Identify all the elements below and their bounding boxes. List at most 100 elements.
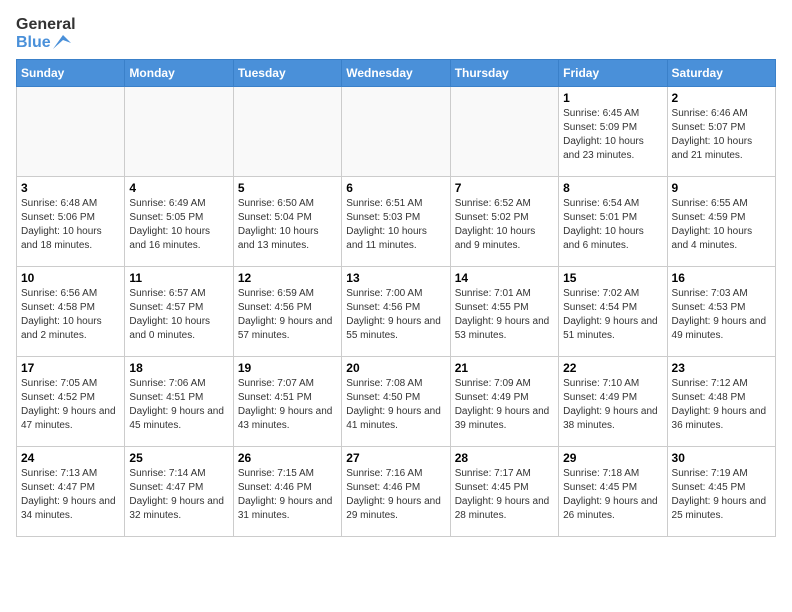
day-info: Sunrise: 6:59 AM Sunset: 4:56 PM Dayligh… <box>238 287 337 343</box>
calendar-cell: 20 Sunrise: 7:08 AM Sunset: 4:50 PM Dayli… <box>342 357 450 447</box>
day-number: 14 <box>455 271 554 285</box>
day-number: 30 <box>672 451 771 465</box>
calendar-cell: 11 Sunrise: 6:57 AM Sunset: 4:57 PM Dayli… <box>125 267 233 357</box>
calendar-cell: 6Sunrise: 6:51 AM Sunset: 5:03 PM Daylig… <box>342 177 450 267</box>
day-info: Sunrise: 7:12 AM Sunset: 4:48 PM Dayligh… <box>672 377 771 433</box>
day-info: Sunrise: 6:55 AM Sunset: 4:59 PM Dayligh… <box>672 197 771 253</box>
calendar-cell: 9 Sunrise: 6:55 AM Sunset: 4:59 PM Daylig… <box>667 177 775 267</box>
day-info: Sunrise: 7:08 AM Sunset: 4:50 PM Dayligh… <box>346 377 445 433</box>
weekday-header: Friday <box>559 60 667 87</box>
logo-text-general: General <box>16 16 76 34</box>
day-number: 13 <box>346 271 445 285</box>
day-info: Sunrise: 6:50 AM Sunset: 5:04 PM Dayligh… <box>238 197 337 253</box>
day-info: Sunrise: 7:07 AM Sunset: 4:51 PM Dayligh… <box>238 377 337 433</box>
logo: General Blue <box>16 16 76 51</box>
calendar-cell: 4 Sunrise: 6:49 AM Sunset: 5:05 PM Daylig… <box>125 177 233 267</box>
day-number: 20 <box>346 361 445 375</box>
calendar-cell: 13 Sunrise: 7:00 AM Sunset: 4:56 PM Dayli… <box>342 267 450 357</box>
day-number: 10 <box>21 271 120 285</box>
calendar-cell: 17Sunrise: 7:05 AM Sunset: 4:52 PM Dayli… <box>17 357 125 447</box>
week-row: 10 Sunrise: 6:56 AM Sunset: 4:58 PM Dayli… <box>17 267 776 357</box>
day-number: 12 <box>238 271 337 285</box>
day-info: Sunrise: 7:00 AM Sunset: 4:56 PM Dayligh… <box>346 287 445 343</box>
calendar-table: SundayMondayTuesdayWednesdayThursdayFrid… <box>16 59 776 537</box>
page-header: General Blue <box>16 16 776 51</box>
day-number: 16 <box>672 271 771 285</box>
calendar-cell: 23 Sunrise: 7:12 AM Sunset: 4:48 PM Dayli… <box>667 357 775 447</box>
day-number: 1 <box>563 91 662 105</box>
day-info: Sunrise: 7:19 AM Sunset: 4:45 PM Dayligh… <box>672 467 771 523</box>
day-info: Sunrise: 7:06 AM Sunset: 4:51 PM Dayligh… <box>129 377 228 433</box>
calendar-cell: 24 Sunrise: 7:13 AM Sunset: 4:47 PM Dayli… <box>17 447 125 537</box>
day-number: 4 <box>129 181 228 195</box>
day-info: Sunrise: 7:16 AM Sunset: 4:46 PM Dayligh… <box>346 467 445 523</box>
day-number: 21 <box>455 361 554 375</box>
day-number: 25 <box>129 451 228 465</box>
calendar-cell: 7 Sunrise: 6:52 AM Sunset: 5:02 PM Daylig… <box>450 177 558 267</box>
day-info: Sunrise: 7:03 AM Sunset: 4:53 PM Dayligh… <box>672 287 771 343</box>
day-info: Sunrise: 7:18 AM Sunset: 4:45 PM Dayligh… <box>563 467 662 523</box>
calendar-cell <box>233 87 341 177</box>
day-number: 24 <box>21 451 120 465</box>
calendar-cell: 10 Sunrise: 6:56 AM Sunset: 4:58 PM Dayli… <box>17 267 125 357</box>
day-info: Sunrise: 6:57 AM Sunset: 4:57 PM Dayligh… <box>129 287 228 343</box>
day-info: Sunrise: 7:02 AM Sunset: 4:54 PM Dayligh… <box>563 287 662 343</box>
weekday-header: Wednesday <box>342 60 450 87</box>
weekday-header: Sunday <box>17 60 125 87</box>
calendar-cell: 18 Sunrise: 7:06 AM Sunset: 4:51 PM Dayli… <box>125 357 233 447</box>
day-number: 23 <box>672 361 771 375</box>
day-number: 22 <box>563 361 662 375</box>
day-info: Sunrise: 7:14 AM Sunset: 4:47 PM Dayligh… <box>129 467 228 523</box>
day-number: 26 <box>238 451 337 465</box>
day-info: Sunrise: 6:52 AM Sunset: 5:02 PM Dayligh… <box>455 197 554 253</box>
calendar-cell: 19 Sunrise: 7:07 AM Sunset: 4:51 PM Dayli… <box>233 357 341 447</box>
calendar-cell: 25 Sunrise: 7:14 AM Sunset: 4:47 PM Dayli… <box>125 447 233 537</box>
day-info: Sunrise: 7:10 AM Sunset: 4:49 PM Dayligh… <box>563 377 662 433</box>
calendar-cell: 22 Sunrise: 7:10 AM Sunset: 4:49 PM Dayli… <box>559 357 667 447</box>
day-info: Sunrise: 6:48 AM Sunset: 5:06 PM Dayligh… <box>21 197 120 253</box>
day-number: 17 <box>21 361 120 375</box>
day-info: Sunrise: 7:13 AM Sunset: 4:47 PM Dayligh… <box>21 467 120 523</box>
day-number: 15 <box>563 271 662 285</box>
week-row: 1 Sunrise: 6:45 AM Sunset: 5:09 PM Daylig… <box>17 87 776 177</box>
day-number: 8 <box>563 181 662 195</box>
weekday-header: Saturday <box>667 60 775 87</box>
day-info: Sunrise: 6:49 AM Sunset: 5:05 PM Dayligh… <box>129 197 228 253</box>
day-info: Sunrise: 7:17 AM Sunset: 4:45 PM Dayligh… <box>455 467 554 523</box>
day-info: Sunrise: 6:54 AM Sunset: 5:01 PM Dayligh… <box>563 197 662 253</box>
day-info: Sunrise: 6:45 AM Sunset: 5:09 PM Dayligh… <box>563 107 662 163</box>
day-number: 29 <box>563 451 662 465</box>
calendar-cell: 5 Sunrise: 6:50 AM Sunset: 5:04 PM Daylig… <box>233 177 341 267</box>
calendar-cell: 21 Sunrise: 7:09 AM Sunset: 4:49 PM Dayli… <box>450 357 558 447</box>
day-info: Sunrise: 6:46 AM Sunset: 5:07 PM Dayligh… <box>672 107 771 163</box>
calendar-cell: 3 Sunrise: 6:48 AM Sunset: 5:06 PM Daylig… <box>17 177 125 267</box>
day-info: Sunrise: 6:56 AM Sunset: 4:58 PM Dayligh… <box>21 287 120 343</box>
calendar-cell: 30 Sunrise: 7:19 AM Sunset: 4:45 PM Dayli… <box>667 447 775 537</box>
weekday-header-row: SundayMondayTuesdayWednesdayThursdayFrid… <box>17 60 776 87</box>
calendar-cell: 15 Sunrise: 7:02 AM Sunset: 4:54 PM Dayli… <box>559 267 667 357</box>
calendar-cell <box>125 87 233 177</box>
logo-text-blue: Blue <box>16 34 76 52</box>
day-number: 5 <box>238 181 337 195</box>
calendar-cell: 28Sunrise: 7:17 AM Sunset: 4:45 PM Dayli… <box>450 447 558 537</box>
day-number: 18 <box>129 361 228 375</box>
calendar-cell: 14 Sunrise: 7:01 AM Sunset: 4:55 PM Dayli… <box>450 267 558 357</box>
day-number: 9 <box>672 181 771 195</box>
calendar-cell: 8 Sunrise: 6:54 AM Sunset: 5:01 PM Daylig… <box>559 177 667 267</box>
day-number: 3 <box>21 181 120 195</box>
calendar-cell: 29 Sunrise: 7:18 AM Sunset: 4:45 PM Dayli… <box>559 447 667 537</box>
week-row: 24 Sunrise: 7:13 AM Sunset: 4:47 PM Dayli… <box>17 447 776 537</box>
day-info: Sunrise: 7:15 AM Sunset: 4:46 PM Dayligh… <box>238 467 337 523</box>
calendar-cell <box>342 87 450 177</box>
calendar-cell: 12 Sunrise: 6:59 AM Sunset: 4:56 PM Dayli… <box>233 267 341 357</box>
day-number: 7 <box>455 181 554 195</box>
calendar-cell: 1 Sunrise: 6:45 AM Sunset: 5:09 PM Daylig… <box>559 87 667 177</box>
day-number: 27 <box>346 451 445 465</box>
day-number: 19 <box>238 361 337 375</box>
day-info: Sunrise: 7:01 AM Sunset: 4:55 PM Dayligh… <box>455 287 554 343</box>
day-info: Sunrise: 7:09 AM Sunset: 4:49 PM Dayligh… <box>455 377 554 433</box>
weekday-header: Tuesday <box>233 60 341 87</box>
day-number: 11 <box>129 271 228 285</box>
day-info: Sunrise: 6:51 AM Sunset: 5:03 PM Dayligh… <box>346 197 445 253</box>
week-row: 17Sunrise: 7:05 AM Sunset: 4:52 PM Dayli… <box>17 357 776 447</box>
